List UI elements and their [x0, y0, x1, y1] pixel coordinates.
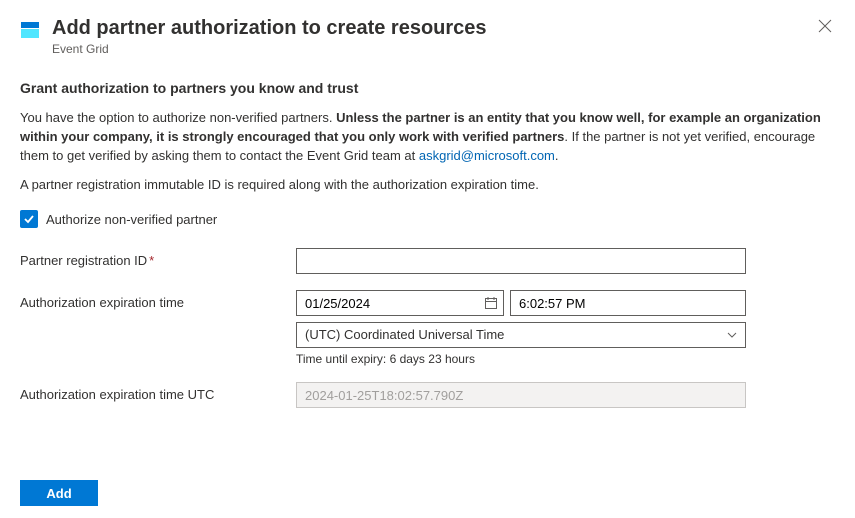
checkmark-icon	[23, 213, 35, 225]
authorize-nonverified-row: Authorize non-verified partner	[20, 210, 835, 228]
partner-id-row: Partner registration ID*	[20, 248, 835, 274]
required-asterisk: *	[149, 253, 154, 268]
timezone-select[interactable]: (UTC) Coordinated Universal Time	[296, 322, 746, 348]
time-until-expiry: Time until expiry: 6 days 23 hours	[296, 352, 746, 366]
desc-part3: .	[555, 148, 559, 163]
expiration-utc-label: Authorization expiration time UTC	[20, 382, 296, 402]
expiration-row: Authorization expiration time	[20, 290, 835, 366]
timezone-value: (UTC) Coordinated Universal Time	[296, 322, 746, 348]
expiration-time-input[interactable]	[510, 290, 746, 316]
desc-part1: You have the option to authorize non-ver…	[20, 110, 336, 125]
authorize-nonverified-checkbox[interactable]	[20, 210, 38, 228]
event-grid-icon	[20, 20, 40, 40]
panel-footer: Add	[20, 480, 98, 506]
close-icon	[817, 18, 833, 34]
add-button[interactable]: Add	[20, 480, 98, 506]
description-text-2: A partner registration immutable ID is r…	[20, 175, 835, 194]
expiration-date-input[interactable]	[296, 290, 504, 316]
expiration-utc-row: Authorization expiration time UTC	[20, 382, 835, 408]
panel-title: Add partner authorization to create reso…	[52, 14, 835, 42]
panel-header: Add partner authorization to create reso…	[0, 0, 855, 56]
section-heading: Grant authorization to partners you know…	[20, 80, 835, 96]
authorize-nonverified-label: Authorize non-verified partner	[46, 212, 217, 227]
close-button[interactable]	[817, 18, 833, 34]
panel-content: Grant authorization to partners you know…	[0, 56, 855, 408]
panel-subtitle: Event Grid	[52, 42, 835, 56]
contact-email-link[interactable]: askgrid@microsoft.com	[419, 148, 555, 163]
expiration-label: Authorization expiration time	[20, 290, 296, 310]
partner-id-input[interactable]	[296, 248, 746, 274]
partner-id-label: Partner registration ID*	[20, 248, 296, 268]
description-text: You have the option to authorize non-ver…	[20, 108, 835, 165]
expiration-utc-output	[296, 382, 746, 408]
